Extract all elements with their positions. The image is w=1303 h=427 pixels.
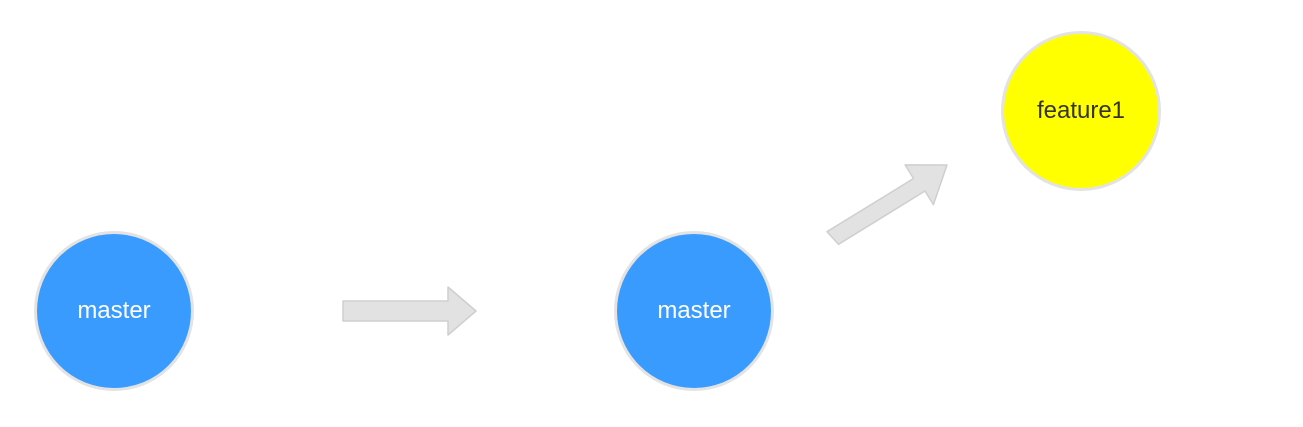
master-node-right-label: master xyxy=(657,297,731,324)
arrow-diagonal-icon xyxy=(826,164,948,246)
feature1-node-label: feature1 xyxy=(1036,97,1126,124)
branch-diagram: master master feature1 xyxy=(0,0,1303,427)
arrow-right-icon xyxy=(342,286,477,336)
master-node-right: master xyxy=(614,231,774,391)
master-node-left: master xyxy=(34,231,194,391)
master-node-left-label: master xyxy=(77,297,151,324)
feature1-node: feature1 xyxy=(1001,31,1161,191)
